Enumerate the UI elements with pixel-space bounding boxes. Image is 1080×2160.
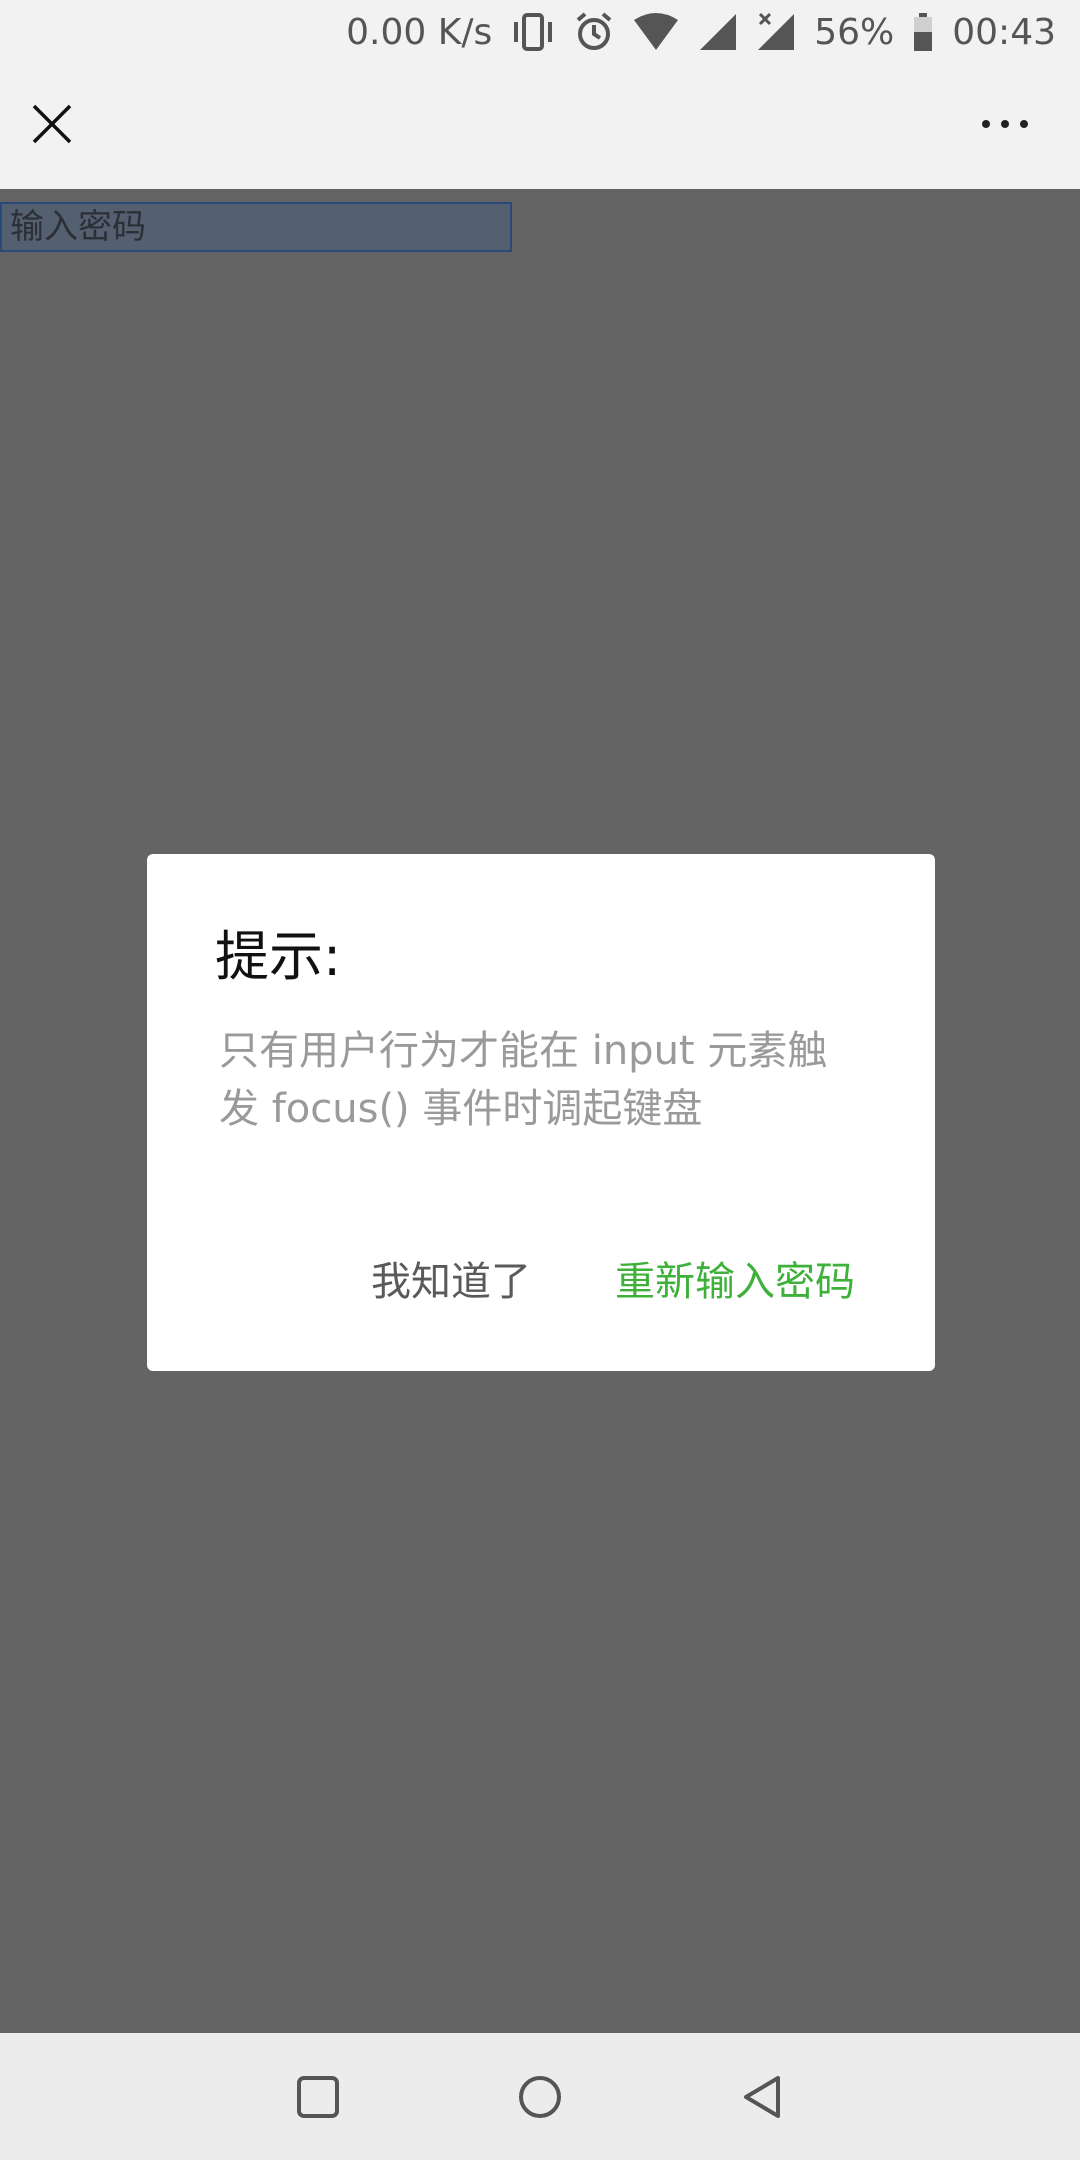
dialog-message: 只有用户行为才能在 input 元素触发 focus() 事件时调起键盘: [219, 1028, 828, 1132]
dialog-title: 提示:: [215, 925, 342, 988]
status-bar: 0.00 K/s 56% 00:43: [0, 0, 1080, 64]
vibrate-icon: [510, 12, 556, 52]
alarm-icon: [574, 12, 614, 52]
home-button[interactable]: [510, 2067, 570, 2127]
got-it-button[interactable]: 我知道了: [371, 1249, 531, 1307]
recent-apps-button[interactable]: [288, 2067, 348, 2127]
close-icon: [32, 104, 72, 144]
net-speed: 0.00 K/s: [346, 11, 493, 53]
more-dots-icon: [982, 120, 1028, 128]
navigation-bar: [0, 2033, 1080, 2160]
back-button[interactable]: [732, 2067, 792, 2127]
recent-apps-icon: [297, 2076, 339, 2118]
close-button[interactable]: [22, 94, 82, 154]
reenter-password-button[interactable]: 重新输入密码: [615, 1249, 855, 1307]
battery-percent: 56%: [814, 11, 895, 53]
title-bar: [0, 64, 1080, 189]
wifi-icon: [632, 12, 680, 52]
signal-no-data-icon: [756, 12, 796, 52]
password-input[interactable]: [0, 202, 512, 252]
alert-dialog: 提示: 只有用户行为才能在 input 元素触发 focus() 事件时调起键盘…: [147, 854, 935, 1371]
clock: 00:43: [952, 11, 1056, 53]
more-button[interactable]: [970, 94, 1040, 154]
signal-icon: [698, 12, 738, 52]
back-icon: [744, 2076, 780, 2118]
battery-icon: [912, 12, 934, 52]
home-icon: [519, 2076, 561, 2118]
